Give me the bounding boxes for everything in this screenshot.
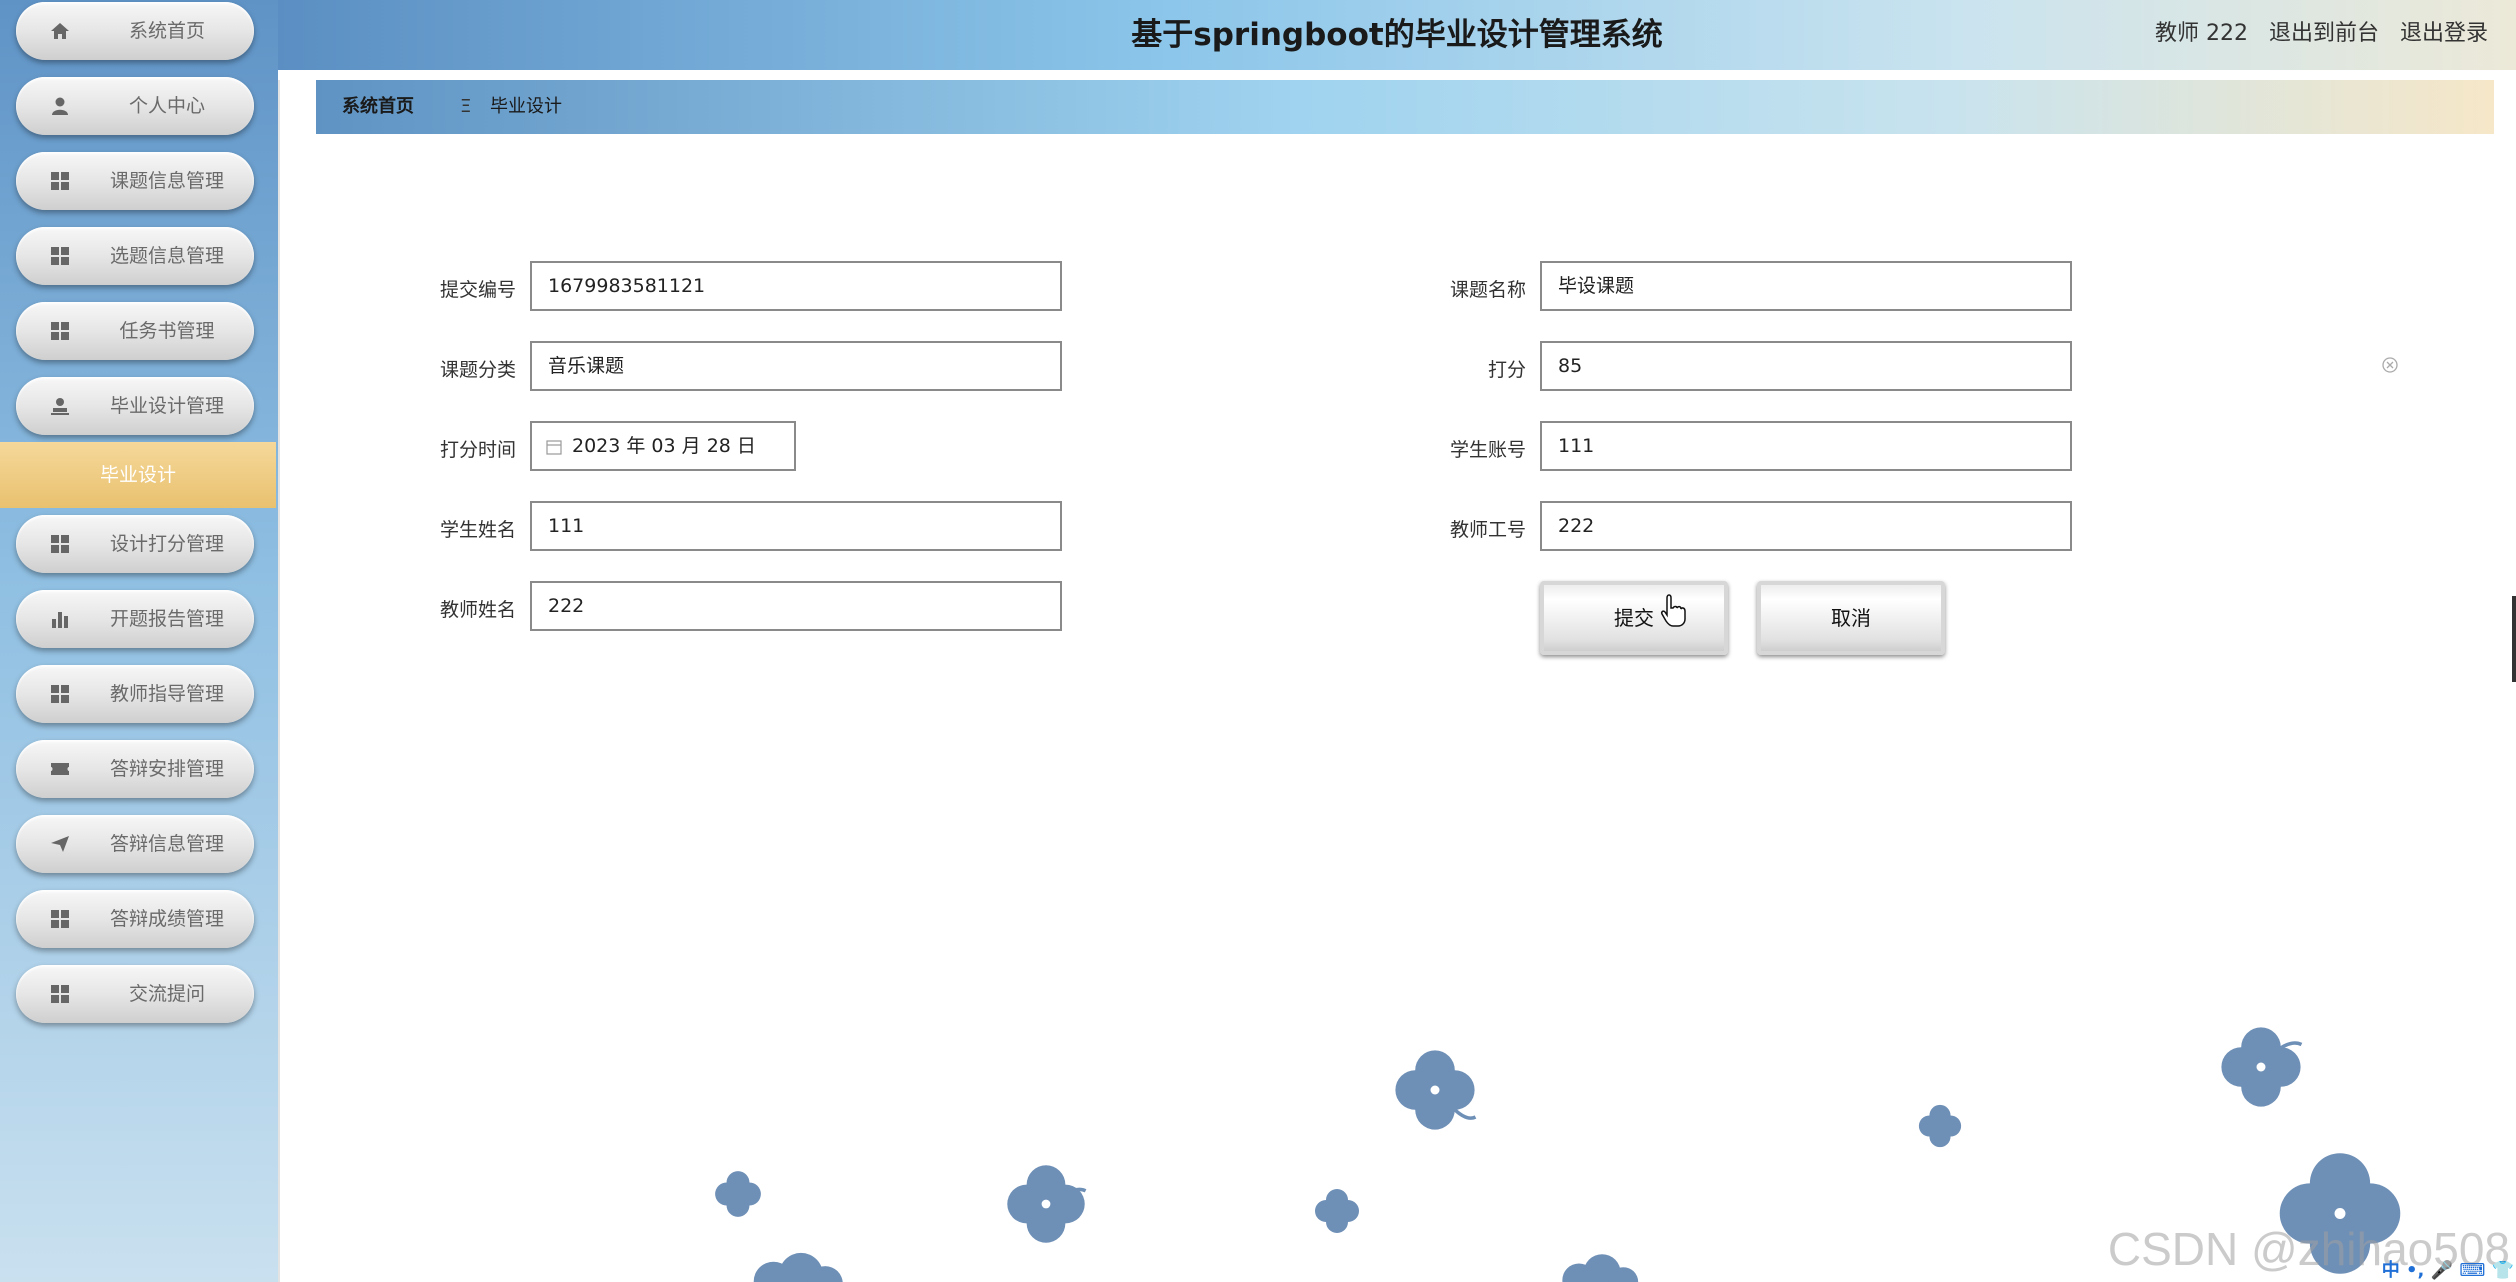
topic-name-label: 课题名称 [1449,279,1526,301]
clover-decoration-icon [1395,1050,1477,1130]
sidebar-item-label: 课题信息管理 [109,170,224,192]
breadcrumb-current: 毕业设计 [490,96,562,117]
sidebar-item-defense-score[interactable]: 答辩成绩管理 [16,890,254,948]
send-icon [51,836,69,852]
sidebar-item-label: 教师指导管理 [109,683,224,705]
sidebar-item-label: 毕业设计管理 [109,395,224,417]
sidebar-item-label: 任务书管理 [119,320,215,342]
sidebar-item-label: 答辩成绩管理 [109,908,224,930]
top-header: 基于springboot的毕业设计管理系统 教师 222 退出到前台 退出登录 [278,0,2516,70]
sidebar-subitem-graduation-design[interactable]: 毕业设计 [0,442,276,508]
grid-icon [51,247,69,265]
sidebar: 系统首页 个人中心 课题信息管理 选题信息管理 任务书管理 毕业设计管理 毕业设… [0,0,280,1282]
hand-cursor-icon [1661,594,1686,627]
sidebar-item-label: 设计打分管理 [109,533,224,555]
current-user-label: 教师 222 [2154,21,2248,46]
grid-icon [51,535,69,553]
sidebar-item-teacher-guidance[interactable]: 教师指导管理 [16,665,254,723]
header-user-menu: 教师 222 退出到前台 退出登录 [2141,0,2488,68]
score-input[interactable]: 85 [1540,341,2072,391]
grid-icon [51,910,69,928]
teacher-name-label: 教师姓名 [439,599,516,621]
sidebar-item-design-scoring[interactable]: 设计打分管理 [16,515,254,573]
sidebar-item-opening-report[interactable]: 开题报告管理 [16,590,254,648]
student-name-input[interactable]: 111 [530,501,1062,551]
student-name-label: 学生姓名 [439,519,516,541]
calendar-icon [546,439,562,455]
bar-chart-icon [52,612,68,628]
sidebar-item-defense-schedule[interactable]: 答辩安排管理 [16,740,254,798]
sidebar-item-profile[interactable]: 个人中心 [16,77,254,135]
clover-decoration-icon [715,1171,761,1217]
sidebar-item-label: 开题报告管理 [109,608,224,630]
topic-name-input[interactable]: 毕设课题 [1540,261,2072,311]
sidebar-item-topic-info[interactable]: 课题信息管理 [16,152,254,210]
breadcrumb-separator: Ξ [460,96,472,117]
teacher-no-label: 教师工号 [1449,519,1526,541]
clover-decoration-icon [753,1252,843,1282]
sidebar-item-label: 个人中心 [128,95,205,117]
sidebar-item-label: 答辩安排管理 [109,758,224,780]
grid-icon [51,322,69,340]
submit-no-label: 提交编号 [439,279,516,301]
teacher-no-input[interactable]: 222 [1540,501,2072,551]
student-account-label: 学生账号 [1449,439,1526,461]
score-time-value: 2023 年 03 月 28 日 [572,435,756,457]
sidebar-item-label: 系统首页 [128,20,205,42]
back-to-front-link[interactable]: 退出到前台 [2269,21,2379,46]
breadcrumb-home[interactable]: 系统首页 [342,80,414,134]
grid-icon [51,685,69,703]
ime-toolbar: 中 •, 🎤 ⌨ 👕 [2381,1260,2514,1281]
sidebar-item-selection-info[interactable]: 选题信息管理 [16,227,254,285]
cancel-button[interactable]: 取消 [1757,581,1945,655]
clover-decoration-icon [1918,1104,1962,1148]
logout-link[interactable]: 退出登录 [2400,21,2488,46]
score-time-label: 打分时间 [439,439,516,461]
user-stamp-icon [51,398,69,415]
score-time-date-picker[interactable]: 2023 年 03 月 28 日 [530,421,796,471]
teacher-name-input[interactable]: 222 [530,581,1062,631]
clover-decoration-icon [1315,1189,1359,1233]
clover-decoration-icon [1007,1165,1087,1243]
header-divider [278,70,2516,80]
sidebar-item-qa[interactable]: 交流提问 [16,965,254,1023]
submit-no-input[interactable]: 1679983581121 [530,261,1062,311]
topic-category-label: 课题分类 [439,359,516,381]
sidebar-item-label: 选题信息管理 [109,245,224,267]
sidebar-item-defense-info[interactable]: 答辩信息管理 [16,815,254,873]
user-icon [52,97,68,115]
sidebar-item-task-book[interactable]: 任务书管理 [16,302,254,360]
score-label: 打分 [1487,359,1526,381]
sidebar-item-label: 答辩信息管理 [109,833,224,855]
clover-decoration-icon [1562,1254,1639,1282]
clear-circle-icon[interactable] [2380,355,2400,375]
grid-icon [51,172,69,190]
topic-category-input[interactable]: 音乐课题 [530,341,1062,391]
sidebar-item-label: 交流提问 [128,983,205,1005]
clover-decoration-icon [2221,1027,2303,1107]
home-icon [51,23,69,39]
ticket-icon [51,763,69,775]
scroll-edge-marker [2512,596,2516,682]
student-account-input[interactable]: 111 [1540,421,2072,471]
sidebar-item-graduation-design[interactable]: 毕业设计管理 [16,377,254,435]
sidebar-item-home[interactable]: 系统首页 [16,2,254,60]
grid-icon [51,985,69,1003]
breadcrumb: 系统首页 Ξ 毕业设计 [316,80,2494,134]
submit-button[interactable]: 提交 [1540,581,1728,655]
